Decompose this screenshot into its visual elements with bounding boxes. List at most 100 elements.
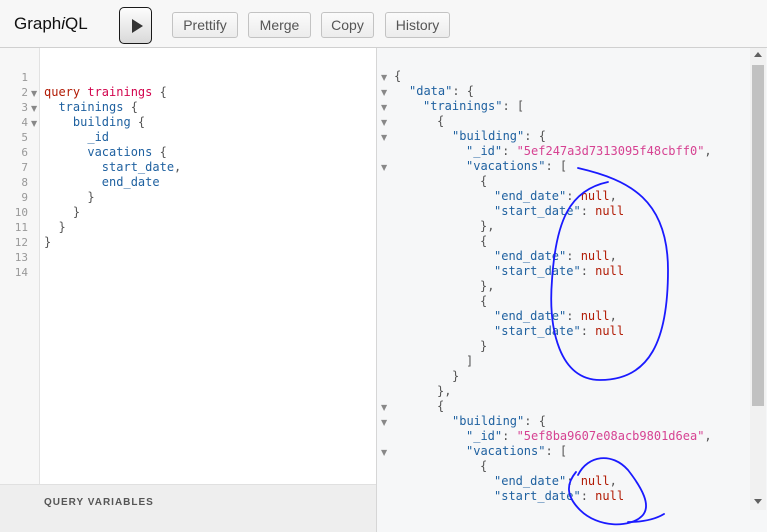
brace: } [72,205,81,219]
comma: , [704,429,712,443]
field-name: start_date [101,160,175,174]
punctuation: : [566,474,581,488]
brace: { [480,294,488,308]
json-line: "end_date": null, [494,309,617,323]
line-number: 9 [21,191,28,204]
fold-arrow-icon[interactable]: ▼ [381,73,387,82]
json-key: "vacations" [466,444,546,458]
fold-arrow-icon[interactable]: ▼ [31,104,37,113]
comma: , [609,189,617,203]
comma: , [704,144,712,158]
line-number: 4 [21,116,28,129]
json-line: { [480,234,487,248]
toolbar: GraphiQL Prettify Merge Copy History [0,0,767,48]
line-number: 10 [14,206,28,219]
json-line: "start_date": null [494,324,624,338]
json-key: "_id" [466,429,503,443]
punctuation: : [580,489,596,503]
field-name: _id [87,130,110,144]
scroll-up-arrow-icon[interactable] [754,52,762,57]
field-name: building [72,115,131,129]
line-number: 6 [21,146,28,159]
field-name: trainings [58,100,124,114]
query-line: end_date [44,175,160,189]
json-line: { [437,114,444,128]
line-number: 3 [21,101,28,114]
brace: } [452,369,460,383]
keyword: query [44,85,81,99]
json-line: } [480,339,487,353]
fold-arrow-icon[interactable]: ▼ [381,118,387,127]
json-key: "building" [452,129,525,143]
brace: } [44,235,52,249]
brace: { [152,85,167,99]
punctuation: : [566,309,581,323]
app-title-suffix: QL [65,14,88,33]
scroll-down-arrow-icon[interactable] [754,499,762,504]
brace: { [480,459,488,473]
json-line: "end_date": null, [494,474,617,488]
execute-query-button[interactable] [119,7,152,44]
query-line: } [44,235,51,249]
json-null: null [580,189,610,203]
copy-button[interactable]: Copy [321,12,374,38]
json-key: "start_date" [494,204,581,218]
brace: } [480,339,488,353]
json-line: "start_date": null [494,204,624,218]
json-line: { [480,294,487,308]
json-line: "vacations": [ [466,444,567,458]
fold-arrow-icon[interactable]: ▼ [381,403,387,412]
fold-arrow-icon[interactable]: ▼ [31,89,37,98]
json-key: "building" [452,414,525,428]
history-button[interactable]: History [385,12,450,38]
fold-arrow-icon[interactable]: ▼ [381,163,387,172]
punctuation: : [ [545,444,568,458]
punctuation: : { [524,129,546,143]
punctuation: : [502,144,517,158]
scrollbar-thumb[interactable] [752,65,764,406]
json-key: "end_date" [494,189,567,203]
brace: }, [437,384,452,398]
line-number: 13 [14,251,28,264]
json-key: "end_date" [494,249,567,263]
line-number: 7 [21,161,28,174]
brace: } [58,220,66,234]
punctuation: : { [524,414,546,428]
json-line: "_id": "5ef247a3d7313095f48cbff0", [466,144,712,158]
query-line: query trainings { [44,85,167,99]
field-name: vacations [87,145,153,159]
line-number: 14 [14,266,28,279]
punctuation: : [ [502,99,525,113]
brace: { [394,69,402,83]
fold-arrow-icon[interactable]: ▼ [381,418,387,427]
json-key: "trainings" [423,99,503,113]
brace: { [437,399,445,413]
json-line: "building": { [452,129,546,143]
line-number: 5 [21,131,28,144]
punctuation: : [580,324,596,338]
fold-arrow-icon[interactable]: ▼ [381,88,387,97]
json-key: "start_date" [494,264,581,278]
json-line: { [480,459,487,473]
query-line: start_date, [44,160,181,174]
result-viewer[interactable]: ▼ ▼ ▼ ▼ ▼ ▼ ▼ ▼ ▼ { "data": { "trainings… [377,48,767,532]
fold-arrow-icon[interactable]: ▼ [381,103,387,112]
json-line: "data": { [409,84,474,98]
prettify-button[interactable]: Prettify [172,12,238,38]
json-key: "data" [409,84,453,98]
json-line: { [394,69,401,83]
fold-arrow-icon[interactable]: ▼ [381,448,387,457]
json-null: null [595,204,625,218]
fold-arrow-icon[interactable]: ▼ [31,119,37,128]
json-line: }, [480,219,494,233]
merge-button[interactable]: Merge [248,12,311,38]
query-editor[interactable]: 1 2 3 4 5 6 7 8 9 10 11 12 13 14 ▼ ▼ ▼ q… [0,48,377,532]
json-line: "start_date": null [494,264,624,278]
fold-arrow-icon[interactable]: ▼ [381,133,387,142]
line-number: 2 [21,86,28,99]
query-variables-bar[interactable]: QUERY VARIABLES [0,484,376,532]
json-null: null [595,264,625,278]
brace: { [130,115,146,129]
json-line: "vacations": [ [466,159,567,173]
line-number: 12 [14,236,28,249]
